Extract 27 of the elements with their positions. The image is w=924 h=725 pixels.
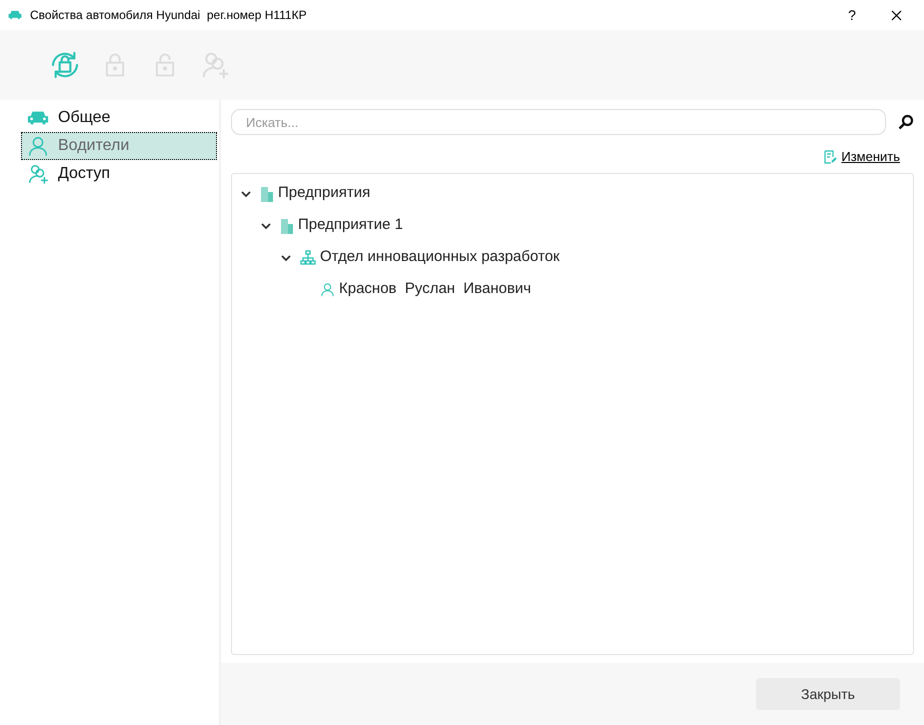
help-button[interactable]: ?	[836, 4, 868, 26]
building-icon	[280, 218, 294, 234]
add-person-icon	[27, 163, 49, 185]
edit-link[interactable]: Изменить	[841, 147, 900, 166]
close-icon	[890, 10, 902, 20]
sidebar-item[interactable]: Водители	[21, 132, 217, 160]
sync-lock-icon	[49, 49, 81, 81]
person-icon	[320, 282, 335, 297]
tree-item[interactable]: Предприятия	[278, 182, 370, 205]
hierarchy-icon	[300, 250, 316, 266]
chevron-icon[interactable]	[261, 222, 271, 230]
tree-item[interactable]: Краснов Руслан Иванович	[339, 278, 532, 301]
tree-item[interactable]: Предприятие 1	[298, 214, 403, 237]
tree-item[interactable]: Отдел инновационных разработок	[320, 246, 560, 269]
chevron-icon[interactable]	[281, 254, 291, 262]
chevron-icon[interactable]	[241, 190, 251, 198]
car-icon	[8, 10, 22, 20]
add-person-icon	[200, 50, 230, 80]
search-field[interactable]: Искать...	[231, 109, 886, 135]
edit-document-icon	[824, 150, 838, 164]
search-icon[interactable]	[898, 114, 914, 130]
window-title: Свойства автомобиля Hyundai рег.номер Н111КР	[30, 7, 307, 24]
close-dialog-button[interactable]: Закрыть	[756, 678, 900, 710]
sidebar-item[interactable]: Общее	[21, 104, 217, 132]
person-icon	[27, 135, 49, 157]
building-icon	[260, 186, 274, 202]
sidebar-item[interactable]: Доступ	[21, 160, 217, 188]
